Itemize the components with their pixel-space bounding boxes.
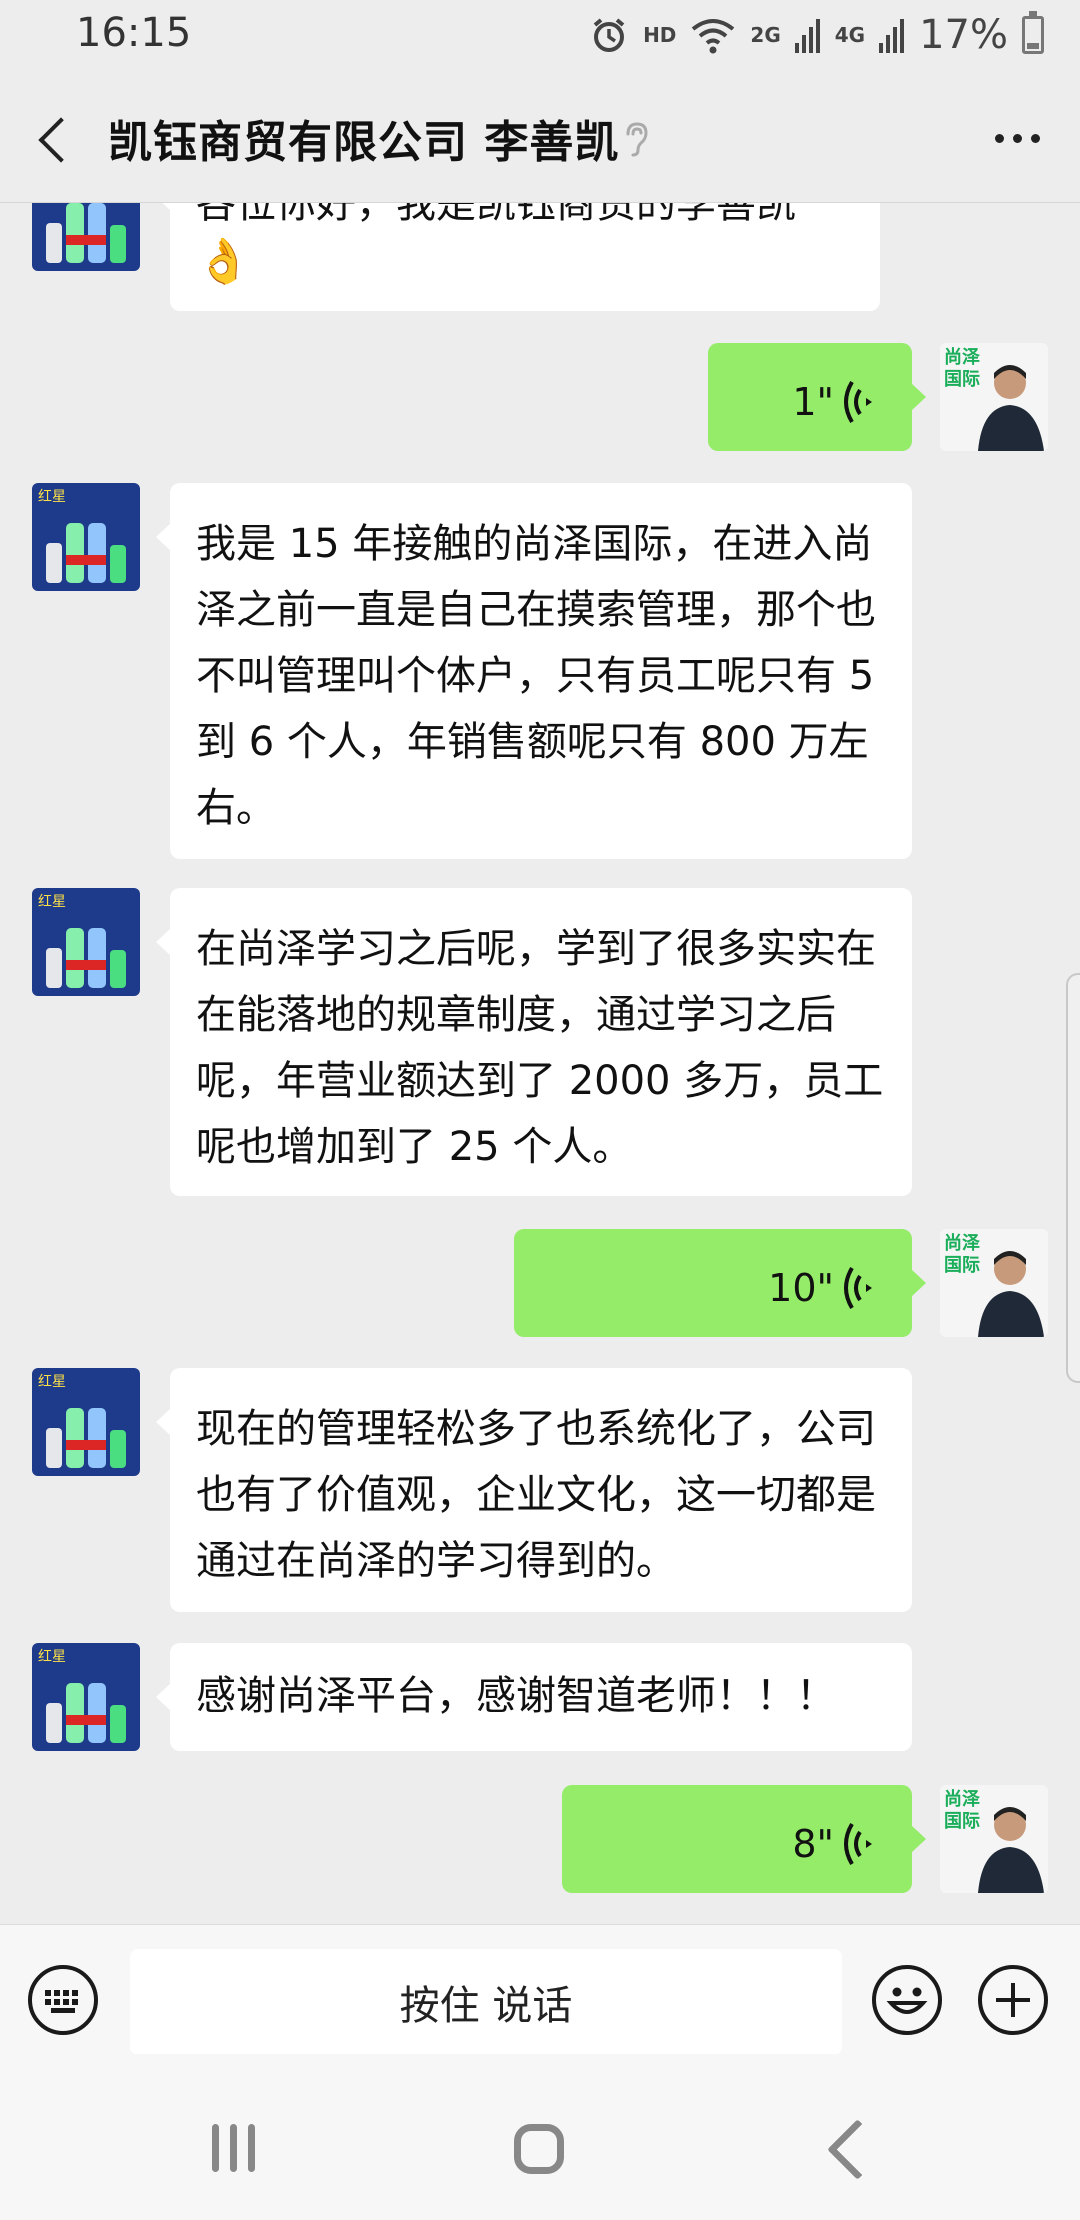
liquor-bottles-avatar-image: 红星 [32,888,140,996]
home-button[interactable] [514,2124,564,2174]
message-bubble[interactable]: 各位你好，我是凯钰商贸的李善凯 👌 [156,203,880,311]
message-bubble[interactable]: 感谢尚泽平台，感谢智道老师！！！ [156,1643,912,1751]
input-bar: 按住 说话 [0,1924,1080,2055]
chevron-left-icon [38,117,84,163]
message-text: 我是 15 年接触的尚泽国际，在进入尚泽之前一直是自己在摸索管理，那个也不叫管理… [196,521,876,831]
status-icons: HD 2G 4G 17% [589,10,1044,60]
more-icon [995,134,1004,143]
message-text: 感谢尚泽平台，感谢智道老师！！！ [196,1673,836,1719]
keyboard-icon [45,1990,78,2013]
message-bubble[interactable]: 我是 15 年接触的尚泽国际，在进入尚泽之前一直是自己在摸索管理，那个也不叫管理… [156,483,912,859]
system-back-button[interactable] [827,2119,888,2180]
chat-messages[interactable]: 各位你好，我是凯钰商贸的李善凯 👌 1" 尚泽 国际 红星 我是 15 年接触的… [0,203,1080,1923]
scroll-indicator[interactable] [1066,973,1080,1383]
liquor-bottles-avatar-image [32,203,140,271]
emoji-button[interactable] [872,1965,942,2035]
recent-apps-button[interactable] [212,2124,255,2172]
contact-avatar[interactable]: 红星 [32,483,140,591]
wifi-icon [692,19,735,54]
status-bar: 16:15 HD 2G 4G 17% [0,0,1080,72]
svg-text:红星: 红星 [38,1374,66,1390]
recent-apps-icon [212,2124,219,2172]
chat-header: 凯钰商贸有限公司 李善凯 [0,72,1080,203]
message-bubble[interactable]: 在尚泽学习之后呢，学到了很多实实在在能落地的规章制度，通过学习之后呢，年营业额达… [156,888,912,1196]
voice-wave-icon [844,380,872,424]
ok-hand-emoji-icon: 👌 [196,236,251,287]
liquor-bottles-avatar-image: 红星 [32,1643,140,1751]
plus-icon [996,1983,1030,2017]
message-text: 各位你好，我是凯钰商贸的李善凯 [196,203,796,227]
message-text: 现在的管理轻松多了也系统化了，公司也有了价值观，企业文化，这一切都是通过在尚泽的… [196,1406,876,1584]
person-avatar-image: 尚泽 国际 [940,343,1048,451]
contact-avatar[interactable]: 红星 [32,888,140,996]
hold-to-talk-button[interactable]: 按住 说话 [130,1949,842,2055]
message-text: 在尚泽学习之后呢，学到了很多实实在在能落地的规章制度，通过学习之后呢，年营业额达… [196,926,884,1170]
ear-icon [626,122,648,157]
voice-wave-icon [844,1266,872,1310]
person-avatar-image: 尚泽 国际 [940,1229,1048,1337]
voice-wave-icon [844,1822,872,1866]
svg-text:国际: 国际 [944,369,980,390]
voice-message-bubble[interactable]: 8" [562,1785,926,1893]
svg-text:尚泽: 尚泽 [944,1788,980,1810]
voice-duration: 10" [768,1266,834,1310]
voice-message-bubble[interactable]: 1" [708,343,926,451]
back-button[interactable] [30,110,84,170]
network-4g-label: 4G [834,23,866,47]
my-avatar[interactable]: 尚泽 国际 [940,1229,1048,1337]
my-avatar[interactable]: 尚泽 国际 [940,343,1048,451]
system-nav-bar [0,2054,1080,2220]
liquor-bottles-avatar-image: 红星 [32,1368,140,1476]
contact-avatar[interactable]: 红星 [32,1643,140,1751]
svg-text:尚泽: 尚泽 [944,346,980,368]
alarm-icon [593,18,625,52]
message-bubble[interactable]: 现在的管理轻松多了也系统化了，公司也有了价值观，企业文化，这一切都是通过在尚泽的… [156,1368,912,1612]
person-avatar-image: 尚泽 国际 [940,1785,1048,1893]
contact-avatar[interactable]: 红星 [32,1368,140,1476]
svg-text:红星: 红星 [38,489,66,505]
signal-icon-1 [794,19,820,53]
battery-icon [1022,11,1044,54]
svg-text:尚泽: 尚泽 [944,1232,980,1254]
svg-text:红星: 红星 [38,894,66,910]
voice-duration: 1" [792,380,834,424]
network-2g-label: 2G [750,23,781,47]
svg-text:国际: 国际 [944,1811,980,1832]
chat-title: 凯钰商贸有限公司 李善凯 [108,117,620,168]
keyboard-toggle-button[interactable] [28,1965,98,2035]
more-button[interactable] [995,134,1040,143]
smiley-icon [886,1987,928,2014]
battery-percent: 17% [919,12,1008,58]
more-functions-button[interactable] [978,1965,1048,2035]
contact-avatar[interactable] [32,203,140,271]
svg-text:红星: 红星 [38,1649,66,1665]
svg-text:国际: 国际 [944,1255,980,1276]
hd-badge: HD [643,23,677,47]
liquor-bottles-avatar-image: 红星 [32,483,140,591]
voice-duration: 8" [792,1822,834,1866]
signal-icon-2 [879,19,905,53]
status-time: 16:15 [76,10,192,56]
my-avatar[interactable]: 尚泽 国际 [940,1785,1048,1893]
voice-message-bubble[interactable]: 10" [514,1229,926,1337]
